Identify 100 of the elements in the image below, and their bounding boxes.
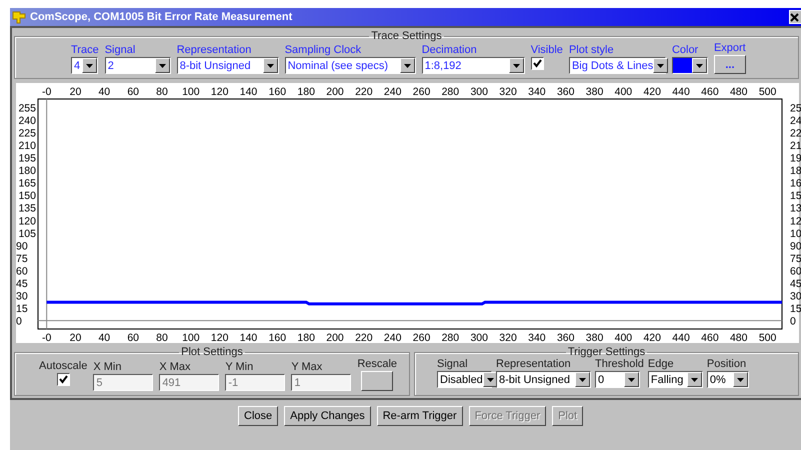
tick-label: 380: [586, 332, 604, 343]
tick-label: 18: [790, 165, 801, 178]
tick-label: 160: [268, 86, 286, 98]
dropdown[interactable]: 4: [71, 57, 98, 74]
tick-label: 120: [210, 332, 228, 343]
tick-label: 500: [758, 332, 776, 343]
tick-label: 30: [790, 290, 801, 303]
field-label: Color: [672, 44, 700, 56]
tick-label: 220: [355, 86, 373, 98]
caret-icon: [508, 58, 524, 73]
dialog-button[interactable]: Apply Changes: [284, 406, 371, 426]
tick-label: 460: [701, 332, 719, 343]
tick-label: 40: [98, 332, 110, 343]
tick-label: 380: [586, 86, 604, 98]
field-label: Rescale: [357, 358, 398, 370]
dropdown[interactable]: Falling: [648, 371, 703, 388]
tick-label: 440: [672, 86, 690, 98]
tick-label: 25: [790, 102, 801, 114]
tick-label: 21: [790, 140, 801, 152]
tick-label: 10: [790, 228, 801, 240]
tick-label: 45: [790, 278, 801, 290]
tick-label: 480: [730, 86, 748, 98]
field-label: X Min: [93, 361, 122, 373]
tick-label: 400: [614, 86, 632, 98]
dropdown[interactable]: 0: [595, 371, 640, 388]
tick-label: 20: [70, 332, 82, 343]
dropdown[interactable]: Big Dots & Lines: [568, 57, 666, 74]
dropdown[interactable]: 8-bit Unsigned: [496, 371, 591, 388]
caret-icon: [624, 372, 639, 387]
tick-label: 0: [16, 316, 22, 328]
tick-label: 180: [297, 332, 315, 343]
field-label: Autoscale: [39, 360, 88, 372]
close-button[interactable]: [789, 10, 801, 24]
tick-label: 120: [210, 86, 228, 98]
tick-label: 320: [499, 332, 517, 343]
tick-label: -0: [42, 86, 52, 98]
tick-label: 200: [326, 332, 344, 343]
field-label: Position: [706, 358, 748, 370]
field-label: Visible: [530, 44, 563, 56]
window-title: ComScope, COM1005 Bit Error Rate Measurement: [30, 11, 294, 23]
tick-label: 100: [182, 332, 200, 343]
caret-icon: [732, 372, 748, 387]
tick-label: 500: [758, 86, 776, 98]
tick-label: 24: [790, 114, 801, 127]
tick-label: 440: [672, 332, 690, 343]
field-label: Edge: [648, 358, 675, 370]
caret-icon: [82, 58, 97, 73]
dropdown[interactable]: 1:8,192: [422, 57, 525, 74]
tick-label: 180: [18, 165, 36, 178]
group-title: Trigger Settings: [566, 346, 646, 358]
tick-label: 225: [18, 127, 36, 140]
tick-label: 100: [182, 86, 200, 98]
tick-label: 12: [790, 215, 801, 228]
field-label: Decimation: [422, 44, 478, 56]
checkbox[interactable]: [56, 373, 70, 386]
color-dropdown[interactable]: [672, 57, 708, 74]
tick-label: 16: [790, 178, 801, 190]
caret-icon: [686, 372, 702, 387]
dialog-button[interactable]: Close: [238, 406, 278, 426]
field-label: Representation: [496, 358, 572, 370]
tick-label: 60: [790, 265, 801, 278]
tick-label: 280: [442, 86, 460, 98]
tick-label: 240: [384, 86, 402, 98]
tick-label: 22: [790, 127, 801, 140]
tick-label: 240: [18, 114, 36, 127]
tick-label: 19: [790, 152, 801, 165]
tick-label: 75: [790, 252, 801, 265]
group-title: Plot Settings: [180, 346, 244, 358]
dropdown[interactable]: Nominal (see specs): [284, 57, 416, 74]
tick-label: 240: [384, 332, 402, 343]
field-label: Export: [714, 42, 746, 54]
dropdown[interactable]: 0%: [706, 371, 749, 388]
tick-label: 260: [412, 332, 430, 343]
tick-label: 260: [412, 86, 430, 98]
group-title: Trace Settings: [370, 30, 443, 42]
tick-label: 150: [18, 190, 36, 202]
tick-label: 420: [643, 86, 661, 98]
export-button[interactable]: ...: [714, 55, 746, 74]
tick-label: 15: [790, 303, 801, 316]
caret-icon: [262, 58, 278, 73]
tick-label: 105: [18, 228, 36, 240]
rescale-button[interactable]: [361, 371, 394, 391]
tick-label: 320: [499, 86, 517, 98]
tick-label: 140: [240, 332, 258, 343]
tick-label: 135: [18, 202, 36, 215]
checkbox[interactable]: [530, 57, 544, 70]
tick-label: 255: [18, 102, 36, 114]
tick-label: 300: [470, 86, 488, 98]
dropdown[interactable]: 2: [104, 57, 171, 74]
field-label: Plot style: [568, 44, 615, 56]
tick-label: 220: [355, 332, 373, 343]
tick-label: 20: [70, 86, 82, 98]
dialog-button[interactable]: Re-arm Trigger: [376, 406, 463, 426]
tick-label: 180: [297, 86, 315, 98]
field-label: Signal: [437, 358, 469, 370]
tick-label: 75: [16, 252, 28, 265]
caret-icon: [400, 58, 415, 73]
tick-label: 280: [442, 332, 460, 343]
dropdown[interactable]: 8-bit Unsigned: [176, 57, 279, 74]
tick-label: 60: [127, 332, 139, 343]
